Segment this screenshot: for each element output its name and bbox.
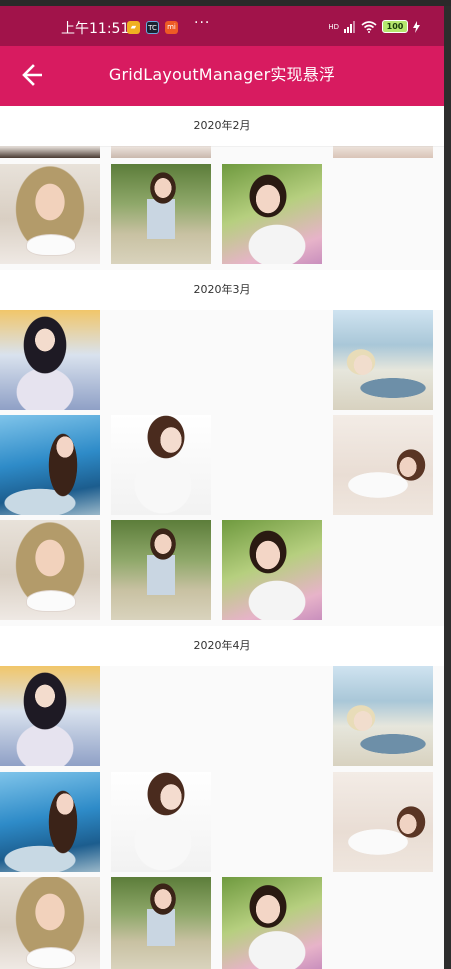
chat-bubble-icon: ▰ <box>127 21 140 34</box>
photo-item[interactable] <box>0 164 100 264</box>
photo-item[interactable] <box>111 772 211 872</box>
signal-icon <box>344 20 355 33</box>
wifi-icon <box>361 20 377 33</box>
page-title: GridLayoutManager实现悬浮 <box>108 65 336 84</box>
photo-item[interactable] <box>0 877 100 969</box>
photo-item[interactable] <box>0 310 100 410</box>
battery-indicator: 100 <box>382 20 408 33</box>
section-header: 2020年4月 <box>0 626 444 666</box>
photo-item[interactable] <box>222 520 322 620</box>
photo-item[interactable] <box>0 520 100 620</box>
photo-item[interactable] <box>111 877 211 969</box>
phone-screen: 上午11:51 ▰ TC mi ··· HD 100 GridLayoutMan… <box>0 0 444 969</box>
notification-icons: ▰ TC mi <box>127 21 178 34</box>
sticky-section-header: 2020年2月 <box>0 106 444 146</box>
status-time: 上午11:51 <box>61 21 130 37</box>
tc-app-icon: TC <box>146 21 159 34</box>
photo-item[interactable] <box>333 146 433 158</box>
status-bar: 上午11:51 ▰ TC mi ··· HD 100 <box>0 6 444 46</box>
window-top-edge <box>0 0 451 6</box>
photo-item[interactable] <box>0 772 100 872</box>
photo-item[interactable] <box>333 666 433 766</box>
system-indicators: HD 100 <box>328 20 420 33</box>
app-toolbar: GridLayoutManager实现悬浮 <box>0 46 444 106</box>
photo-item[interactable] <box>111 520 211 620</box>
hd-label: HD <box>328 22 339 31</box>
photo-item[interactable] <box>0 415 100 515</box>
section-header: 2020年3月 <box>0 270 444 310</box>
photo-item[interactable] <box>111 164 211 264</box>
photo-item[interactable] <box>111 415 211 515</box>
photo-item[interactable] <box>0 666 100 766</box>
photo-item[interactable] <box>222 164 322 264</box>
photo-item[interactable] <box>333 415 433 515</box>
charging-bolt-icon <box>413 20 420 33</box>
window-right-edge <box>444 0 451 969</box>
grid-list[interactable]: 2020年3月 2020年4月 2020年2月 <box>0 106 444 969</box>
photo-item[interactable] <box>0 146 100 158</box>
more-notifications-icon: ··· <box>194 15 211 31</box>
photo-item[interactable] <box>333 772 433 872</box>
mi-app-icon: mi <box>165 21 178 34</box>
photo-item[interactable] <box>111 146 211 158</box>
photo-item[interactable] <box>222 877 322 969</box>
photo-item[interactable] <box>333 310 433 410</box>
